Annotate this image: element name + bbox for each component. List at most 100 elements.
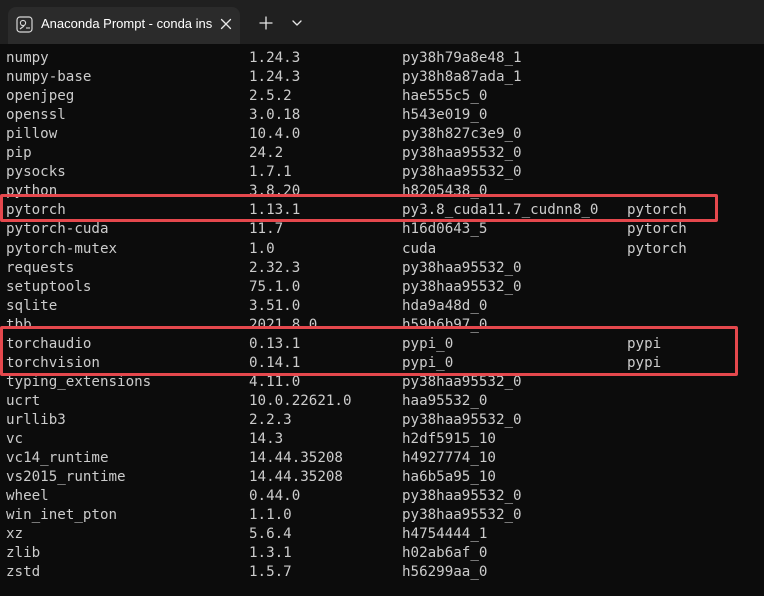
package-row: pillow 10.4.0 py38h827c3e9_0 — [0, 125, 764, 144]
package-version: 14.44.35208 — [249, 450, 343, 467]
chevron-down-icon[interactable] — [284, 10, 310, 36]
package-row: requests 2.32.3 py38haa95532_0 — [0, 259, 764, 278]
package-version: 1.1.0 — [249, 507, 292, 524]
package-build: h16d0643_5 — [402, 221, 488, 238]
package-row: vc 14.3 h2df5915_10 — [0, 430, 764, 449]
package-build: ha6b5a95_10 — [402, 469, 496, 486]
package-version: 1.7.1 — [249, 164, 292, 181]
package-build: h4754444_1 — [402, 526, 488, 543]
terminal-icon — [16, 16, 33, 33]
package-version: 14.44.35208 — [249, 469, 343, 486]
package-build: py38haa95532_0 — [402, 145, 522, 162]
package-version: 1.5.7 — [249, 564, 292, 581]
package-row: urllib3 2.2.3 py38haa95532_0 — [0, 411, 764, 430]
tab-title: Anaconda Prompt - conda ins — [41, 16, 213, 31]
package-version: 1.0 — [249, 240, 275, 257]
package-row: pytorch-mutex 1.0 cuda pytorch — [0, 240, 764, 259]
package-version: 5.6.4 — [249, 526, 292, 543]
package-row: xz 5.6.4 h4754444_1 — [0, 525, 764, 544]
terminal-window: Anaconda Prompt - conda ins numpy 1.24.3 p… — [0, 0, 764, 596]
package-build: h56299aa_0 — [402, 564, 488, 581]
package-row: numpy-base 1.24.3 py38h8a87ada_1 — [0, 68, 764, 87]
package-version: 0.44.0 — [249, 488, 301, 505]
package-name: numpy-base — [6, 69, 92, 86]
package-row: numpy 1.24.3 py38h79a8e48_1 — [0, 49, 764, 68]
package-version: 3.51.0 — [249, 297, 301, 314]
package-version: 75.1.0 — [249, 278, 301, 295]
package-name: setuptools — [6, 278, 92, 295]
package-build: py38h79a8e48_1 — [402, 50, 522, 66]
package-name: zstd — [6, 564, 41, 581]
package-name: openssl — [6, 107, 66, 124]
package-name: pytorch-cuda — [6, 221, 109, 238]
package-build: h4927774_10 — [402, 450, 496, 467]
highlight-box-torch-packages — [0, 326, 738, 376]
package-build: h543e019_0 — [402, 107, 488, 124]
package-row: vs2015_runtime 14.44.35208 ha6b5a95_10 — [0, 468, 764, 487]
package-row: vc14_runtime 14.44.35208 h4927774_10 — [0, 449, 764, 468]
package-build: py38haa95532_0 — [402, 164, 522, 181]
title-bar: Anaconda Prompt - conda ins — [0, 0, 764, 44]
package-name: vc — [6, 431, 24, 447]
package-row: openjpeg 2.5.2 hae555c5_0 — [0, 87, 764, 106]
package-name: xz — [6, 526, 24, 543]
package-row: pytorch-cuda 11.7 h16d0643_5 pytorch — [0, 220, 764, 239]
close-icon[interactable] — [216, 14, 236, 34]
package-version: 3.0.18 — [249, 107, 301, 124]
package-build: hda9a48d_0 — [402, 297, 488, 314]
package-version: 1.24.3 — [249, 50, 301, 66]
package-channel: pytorch — [627, 240, 687, 257]
package-channel: pytorch — [627, 221, 687, 238]
package-build: py38haa95532_0 — [402, 259, 522, 276]
package-name: numpy — [6, 50, 49, 66]
package-build: py38haa95532_0 — [402, 507, 522, 524]
package-version: 2.5.2 — [249, 88, 292, 105]
package-build: py38haa95532_0 — [402, 488, 522, 505]
plus-icon[interactable] — [252, 10, 280, 36]
package-build: py38haa95532_0 — [402, 278, 522, 295]
package-row: wheel 0.44.0 py38haa95532_0 — [0, 487, 764, 506]
package-version: 14.3 — [249, 431, 284, 447]
package-build: py38haa95532_0 — [402, 411, 522, 428]
package-name: requests — [6, 259, 75, 276]
package-name: openjpeg — [6, 88, 75, 105]
package-name: pip — [6, 145, 32, 162]
package-name: zlib — [6, 545, 41, 562]
package-version: 11.7 — [249, 221, 284, 238]
package-name: pillow — [6, 126, 58, 143]
terminal-output[interactable]: numpy 1.24.3 py38h79a8e48_1 numpy-base 1.24.… — [0, 44, 764, 596]
package-name: wheel — [6, 488, 49, 505]
package-version: 2.32.3 — [249, 259, 301, 276]
package-row: zstd 1.5.7 h56299aa_0 — [0, 563, 764, 582]
package-version: 10.4.0 — [249, 126, 301, 143]
package-row: zlib 1.3.1 h02ab6af_0 — [0, 544, 764, 563]
package-row: ucrt 10.0.22621.0 haa95532_0 — [0, 392, 764, 411]
package-version: 24.2 — [249, 145, 284, 162]
package-version: 1.24.3 — [249, 69, 301, 86]
package-name: pysocks — [6, 164, 66, 181]
tab-anaconda-prompt[interactable]: Anaconda Prompt - conda ins — [8, 7, 240, 44]
package-row: pip 24.2 py38haa95532_0 — [0, 144, 764, 163]
package-name: sqlite — [6, 297, 58, 314]
package-name: vs2015_runtime — [6, 469, 126, 486]
package-build: py38h827c3e9_0 — [402, 126, 522, 143]
package-version: 10.0.22621.0 — [249, 392, 352, 409]
package-build: cuda — [402, 240, 437, 257]
package-version: 1.3.1 — [249, 545, 292, 562]
package-row: pysocks 1.7.1 py38haa95532_0 — [0, 163, 764, 182]
package-build: h2df5915_10 — [402, 431, 496, 447]
package-build: haa95532_0 — [402, 392, 488, 409]
package-row: sqlite 3.51.0 hda9a48d_0 — [0, 297, 764, 316]
package-name: pytorch-mutex — [6, 240, 118, 257]
package-name: ucrt — [6, 392, 41, 409]
package-row: openssl 3.0.18 h543e019_0 — [0, 106, 764, 125]
package-version: 2.2.3 — [249, 411, 292, 428]
package-row: setuptools 75.1.0 py38haa95532_0 — [0, 278, 764, 297]
package-name: vc14_runtime — [6, 450, 109, 467]
package-build: h02ab6af_0 — [402, 545, 488, 562]
package-build: hae555c5_0 — [402, 88, 488, 105]
package-row: win_inet_pton 1.1.0 py38haa95532_0 — [0, 506, 764, 525]
package-name: win_inet_pton — [6, 507, 118, 524]
package-build: py38h8a87ada_1 — [402, 69, 522, 86]
package-name: urllib3 — [6, 411, 66, 428]
